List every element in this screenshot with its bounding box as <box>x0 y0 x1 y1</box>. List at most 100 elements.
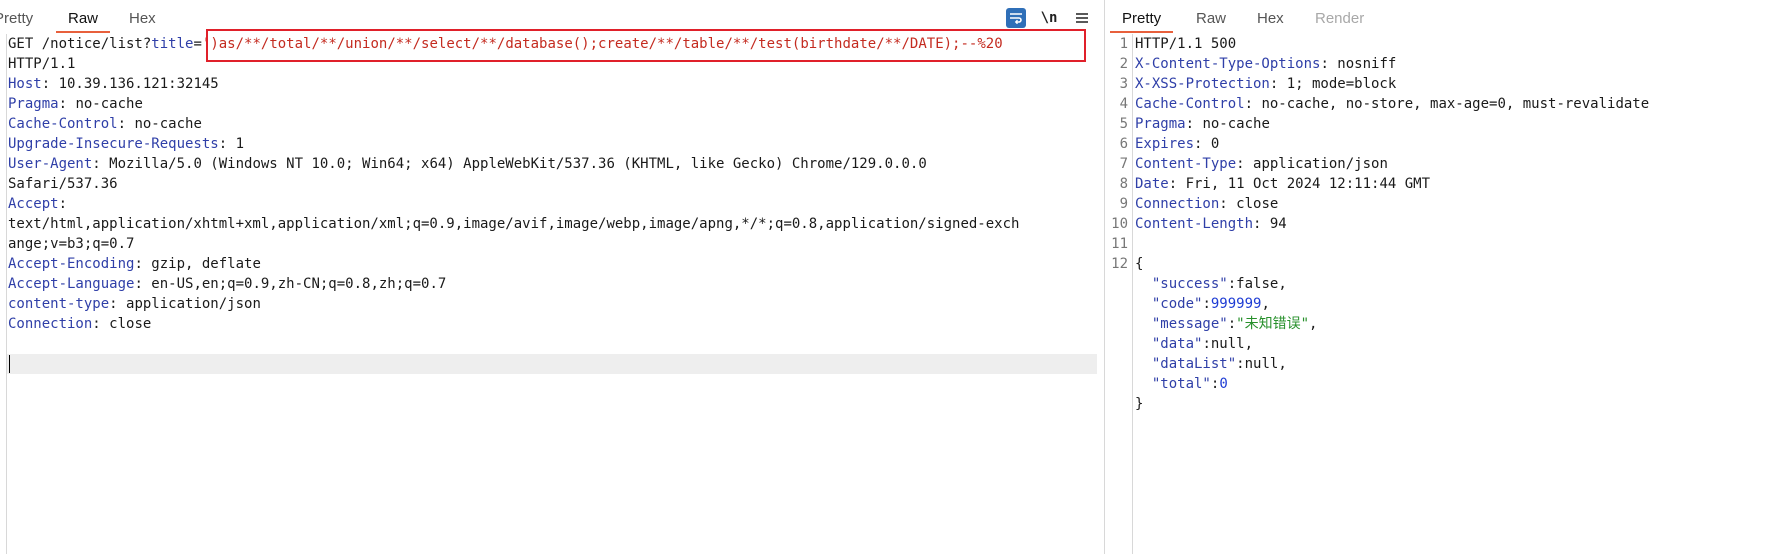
json-key: "dataList" <box>1151 356 1237 372</box>
header-value: Mozilla/5.0 (Windows NT 10.0; Win64; x64… <box>109 156 927 172</box>
text-caret <box>9 355 10 373</box>
header-value: close <box>109 316 152 332</box>
request-tab-raw[interactable]: Raw <box>55 10 111 33</box>
json-value: null <box>1210 336 1245 352</box>
response-status-line: HTTP/1.1 500 <box>1135 36 1237 52</box>
header-name: Accept-Language <box>8 276 135 292</box>
response-tab-hex[interactable]: Hex <box>1257 10 1284 27</box>
header-name: Cache-Control <box>1135 96 1245 112</box>
response-header: X-XSS-Protection: 1; mode=block <box>1135 76 1397 92</box>
response-header: Connection: close <box>1135 196 1279 212</box>
header-name: Expires <box>1135 136 1195 152</box>
header-name: Content-Length <box>1135 216 1254 232</box>
header-name: Date <box>1135 176 1169 192</box>
response-tab-raw[interactable]: Raw <box>1196 10 1226 27</box>
header-name: Upgrade-Insecure-Requests <box>8 136 219 152</box>
response-tab-render[interactable]: Render <box>1315 10 1364 27</box>
header-name: Pragma <box>8 96 59 112</box>
header-value: gzip, deflate <box>151 256 261 272</box>
json-value: "未知错误" <box>1236 316 1310 332</box>
header-value: Fri, 11 Oct 2024 12:11:44 GMT <box>1185 176 1431 192</box>
response-header: Content-Length: 94 <box>1135 216 1287 232</box>
response-editor[interactable]: HTTP/1.1 500 X-Content-Type-Options: nos… <box>1135 34 1782 554</box>
request-tab-pretty[interactable]: Pretty <box>0 10 33 27</box>
header-value-continuation: Safari/537.36 <box>8 176 118 192</box>
json-field: "code":999999, <box>1151 296 1270 312</box>
json-field: "message":"未知错误", <box>1151 316 1318 332</box>
json-field: "success":false, <box>1151 276 1287 292</box>
header-value: no-cache <box>75 96 143 112</box>
response-tabbar: Pretty Raw Hex Render <box>1106 0 1782 34</box>
header-name: X-Content-Type-Options <box>1135 56 1321 72</box>
header-value: 94 <box>1269 216 1287 232</box>
line-number: 6 <box>1119 136 1128 152</box>
header-name: Content-Type <box>1135 156 1237 172</box>
request-header: content-type: application/json <box>8 296 261 312</box>
header-name: Accept <box>8 196 59 212</box>
request-editor[interactable]: GET /notice/list?title=')as/**/total/**/… <box>6 34 1104 554</box>
line-number: 4 <box>1119 96 1128 112</box>
header-name: Connection <box>8 316 93 332</box>
response-tab-pretty[interactable]: Pretty <box>1109 10 1174 33</box>
line-number: 10 <box>1111 216 1128 232</box>
json-key: "data" <box>1151 336 1203 352</box>
header-name: Pragma <box>1135 116 1186 132</box>
json-close-brace: } <box>1135 396 1144 412</box>
line-number: 2 <box>1119 56 1128 72</box>
hamburger-menu-icon[interactable] <box>1072 8 1092 28</box>
response-header: Date: Fri, 11 Oct 2024 12:11:44 GMT <box>1135 176 1431 192</box>
show-newlines-button[interactable]: \n <box>1039 8 1059 28</box>
request-header: Cache-Control: no-cache <box>8 116 202 132</box>
request-header: Accept: <box>8 196 68 212</box>
json-value: null <box>1244 356 1279 372</box>
header-value: 0 <box>1210 136 1220 152</box>
json-value: false <box>1236 276 1279 292</box>
line-number: 5 <box>1119 116 1128 132</box>
request-tab-hex[interactable]: Hex <box>129 10 156 27</box>
header-name: content-type <box>8 296 110 312</box>
header-value: 10.39.136.121:32145 <box>58 76 219 92</box>
response-header: Expires: 0 <box>1135 136 1220 152</box>
json-field: "data":null, <box>1151 336 1254 352</box>
request-header: User-Agent: Mozilla/5.0 (Windows NT 10.0… <box>8 156 927 172</box>
json-field: "dataList":null, <box>1151 356 1287 372</box>
header-name: User-Agent <box>8 156 93 172</box>
header-name: Connection <box>1135 196 1220 212</box>
request-param-equals: = <box>193 36 202 52</box>
json-field: "total":0 <box>1151 376 1228 392</box>
header-value-continuation: text/html,application/xhtml+xml,applicat… <box>8 216 1020 232</box>
header-value: no-cache <box>134 116 202 132</box>
header-name: Host <box>8 76 42 92</box>
header-value: application/json <box>126 296 261 312</box>
line-number: 7 <box>1119 156 1128 172</box>
response-header: Cache-Control: no-cache, no-store, max-a… <box>1135 96 1650 112</box>
header-value: nosniff <box>1337 56 1397 72</box>
header-value: 1; mode=block <box>1286 76 1397 92</box>
line-number: 1 <box>1119 36 1128 52</box>
request-header: Upgrade-Insecure-Requests: 1 <box>8 136 245 152</box>
response-header: Pragma: no-cache <box>1135 116 1270 132</box>
header-value-continuation: ange;v=b3;q=0.7 <box>8 236 135 252</box>
header-value: no-cache <box>1202 116 1270 132</box>
request-method-path: GET /notice/list? <box>8 36 152 52</box>
request-param-name: title <box>151 36 194 52</box>
json-key: "message" <box>1151 316 1228 332</box>
request-tabbar: Pretty Raw Hex \n <box>0 0 1104 34</box>
request-header: Connection: close <box>8 316 152 332</box>
json-key: "success" <box>1151 276 1228 292</box>
response-pane: Pretty Raw Hex Render 1 2 3 4 5 6 7 8 9 … <box>1106 0 1782 554</box>
wrap-lines-icon <box>1010 13 1022 24</box>
header-value: en-US,en;q=0.9,zh-CN;q=0.8,zh;q=0.7 <box>151 276 447 292</box>
header-value: 1 <box>235 136 245 152</box>
header-value: application/json <box>1253 156 1388 172</box>
request-header: Pragma: no-cache <box>8 96 143 112</box>
json-key: "code" <box>1151 296 1203 312</box>
line-number: 3 <box>1119 76 1128 92</box>
line-number-gutter: 1 2 3 4 5 6 7 8 9 10 11 12 <box>1106 34 1133 554</box>
request-header: Accept-Encoding: gzip, deflate <box>8 256 261 272</box>
json-open-brace: { <box>1135 256 1144 272</box>
text-cursor-line[interactable] <box>7 354 1097 374</box>
request-header: Host: 10.39.136.121:32145 <box>8 76 219 92</box>
wrap-lines-button[interactable] <box>1006 8 1026 28</box>
